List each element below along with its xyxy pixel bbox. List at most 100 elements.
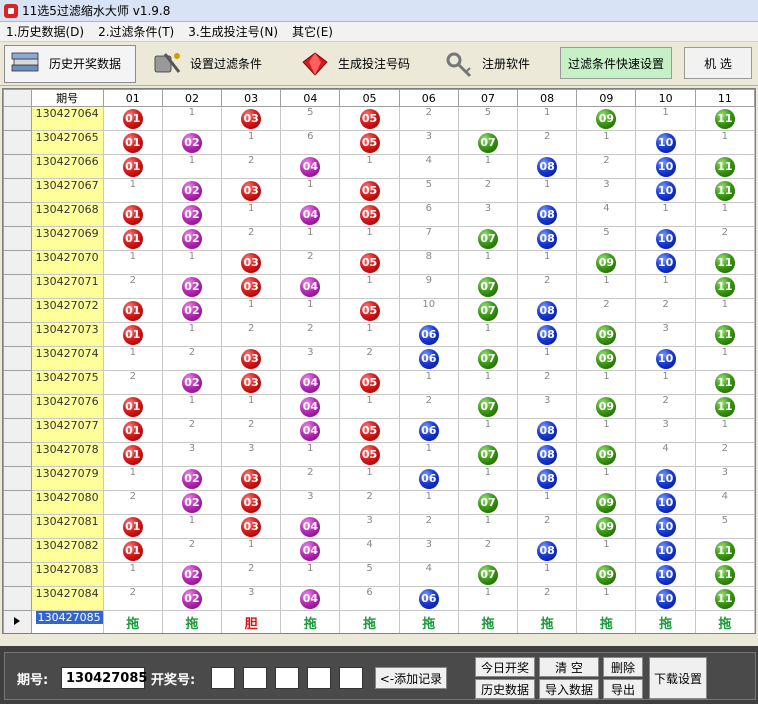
col-header-02[interactable]: 02 bbox=[161, 89, 223, 107]
add-record-button[interactable]: <-添加记录 bbox=[375, 667, 447, 689]
row-header[interactable] bbox=[3, 298, 32, 323]
row-header[interactable] bbox=[3, 202, 32, 227]
tag-cell[interactable]: 拖 bbox=[635, 610, 696, 633]
table-row[interactable]: 130427072 01 02 1 1 05 10 07 08 2 2 1 bbox=[3, 298, 755, 323]
draw-number-input-4[interactable] bbox=[307, 667, 331, 689]
table-row[interactable]: 130427076 01 1 1 04 1 2 07 3 09 2 11 bbox=[3, 394, 755, 419]
ball-cell: 05 bbox=[339, 298, 400, 323]
miss-count-cell: 3 bbox=[398, 538, 459, 563]
row-header[interactable] bbox=[3, 490, 32, 515]
col-header-01[interactable]: 01 bbox=[102, 89, 163, 107]
number-ball: 04 bbox=[300, 373, 321, 393]
menu-filter[interactable]: 2.过滤条件(T) bbox=[92, 23, 182, 40]
menu-history[interactable]: 1.历史数据(D) bbox=[0, 23, 92, 40]
menu-generate[interactable]: 3.生成投注号(N) bbox=[182, 23, 286, 40]
col-header-11[interactable]: 11 bbox=[694, 89, 755, 107]
tag-cell[interactable]: 拖 bbox=[457, 610, 519, 633]
row-header[interactable] bbox=[3, 106, 32, 131]
table-row[interactable]: 130427071 2 02 03 04 1 9 07 2 1 1 11 bbox=[3, 274, 755, 299]
miss-count-cell: 2 bbox=[221, 226, 282, 251]
tag-cell[interactable]: 胆 bbox=[221, 610, 282, 633]
table-row[interactable]: 130427080 2 02 03 3 2 1 07 1 09 10 4 bbox=[3, 490, 755, 515]
row-header[interactable] bbox=[3, 586, 32, 611]
register-button[interactable]: 注册软件 bbox=[438, 45, 550, 83]
download-settings-button[interactable]: 下载设置 bbox=[649, 657, 707, 699]
col-header-03[interactable]: 03 bbox=[221, 89, 282, 107]
tag-cell[interactable]: 拖 bbox=[398, 610, 459, 633]
table-row[interactable]: 130427083 1 02 2 1 5 4 07 1 09 10 11 bbox=[3, 562, 755, 587]
row-header[interactable] bbox=[3, 466, 32, 491]
table-row[interactable]: 130427067 1 02 03 1 05 5 2 1 3 10 11 bbox=[3, 178, 755, 203]
random-pick-button[interactable]: 机 选 bbox=[684, 47, 752, 79]
tag-cell[interactable]: 拖 bbox=[161, 610, 223, 633]
clear-button[interactable]: 清 空 bbox=[539, 657, 599, 677]
menu-other[interactable]: 其它(E) bbox=[286, 23, 341, 40]
table-row[interactable]: 130427078 01 3 3 1 05 1 07 08 09 4 2 bbox=[3, 442, 755, 467]
set-filter-button[interactable]: 设置过滤条件 bbox=[146, 45, 286, 83]
table-row[interactable]: 130427066 01 1 2 04 1 4 1 08 2 10 11 bbox=[3, 154, 755, 179]
miss-count-cell: 1 bbox=[457, 418, 519, 443]
col-header-04[interactable]: 04 bbox=[280, 89, 341, 107]
history-draw-button[interactable]: 历史开奖数据 bbox=[4, 44, 136, 83]
row-header[interactable] bbox=[3, 514, 32, 539]
row-header[interactable] bbox=[3, 394, 32, 419]
current-row-indicator[interactable] bbox=[3, 610, 32, 633]
col-header-09[interactable]: 09 bbox=[576, 89, 637, 107]
ball-cell: 11 bbox=[694, 250, 755, 275]
table-row[interactable]: 130427075 2 02 03 04 05 1 1 2 1 1 11 bbox=[3, 370, 755, 395]
draw-number-input-3[interactable] bbox=[275, 667, 299, 689]
row-header[interactable] bbox=[3, 370, 32, 395]
row-header[interactable] bbox=[3, 178, 32, 203]
col-header-06[interactable]: 06 bbox=[398, 89, 459, 107]
table-row[interactable]: 130427074 1 2 03 3 2 06 07 1 09 10 1 bbox=[3, 346, 755, 371]
row-header[interactable] bbox=[3, 154, 32, 179]
row-header[interactable] bbox=[3, 250, 32, 275]
row-header[interactable] bbox=[3, 346, 32, 371]
current-period-cell[interactable]: 130427085 bbox=[30, 610, 104, 633]
miss-count-cell: 1 bbox=[694, 130, 755, 155]
period-input[interactable]: 130427085 bbox=[61, 667, 147, 689]
row-header[interactable] bbox=[3, 538, 32, 563]
row-header[interactable] bbox=[3, 130, 32, 155]
miss-count-cell: 1 bbox=[517, 106, 578, 131]
current-row[interactable]: 130427085 拖拖胆拖拖拖拖拖拖拖拖 bbox=[3, 610, 755, 633]
tag-cell[interactable]: 拖 bbox=[576, 610, 637, 633]
table-row[interactable]: 130427073 01 1 2 2 1 06 1 08 09 3 11 bbox=[3, 322, 755, 347]
table-row[interactable]: 130427069 01 02 2 1 1 7 07 08 5 10 2 bbox=[3, 226, 755, 251]
col-header-10[interactable]: 10 bbox=[635, 89, 696, 107]
table-row[interactable]: 130427081 01 1 03 04 3 2 1 2 09 10 5 bbox=[3, 514, 755, 539]
row-header[interactable] bbox=[3, 226, 32, 251]
tag-cell[interactable]: 拖 bbox=[517, 610, 578, 633]
row-header[interactable] bbox=[3, 418, 32, 443]
row-header[interactable] bbox=[3, 562, 32, 587]
table-row[interactable]: 130427065 01 02 1 6 05 3 07 2 1 10 1 bbox=[3, 130, 755, 155]
row-header[interactable] bbox=[3, 274, 32, 299]
col-header-08[interactable]: 08 bbox=[517, 89, 578, 107]
col-header-period[interactable]: 期号 bbox=[30, 89, 104, 107]
table-row[interactable]: 130427082 01 2 1 04 4 3 2 08 1 10 11 bbox=[3, 538, 755, 563]
row-header[interactable] bbox=[3, 442, 32, 467]
tag-cell[interactable]: 拖 bbox=[102, 610, 163, 633]
import-data-button[interactable]: 导入数据 bbox=[539, 679, 599, 699]
col-header-05[interactable]: 05 bbox=[339, 89, 400, 107]
tag-cell[interactable]: 拖 bbox=[280, 610, 341, 633]
quick-filter-button[interactable]: 过滤条件快速设置 bbox=[560, 47, 672, 79]
today-draw-button[interactable]: 今日开奖 bbox=[475, 657, 535, 677]
draw-number-input-5[interactable] bbox=[339, 667, 363, 689]
table-row[interactable]: 130427084 2 02 3 04 6 06 1 2 1 10 11 bbox=[3, 586, 755, 611]
table-row[interactable]: 130427068 01 02 1 04 05 6 3 08 4 1 1 bbox=[3, 202, 755, 227]
table-row[interactable]: 130427064 01 1 03 5 05 2 5 1 09 1 11 bbox=[3, 106, 755, 131]
table-row[interactable]: 130427077 01 2 2 04 05 06 1 08 1 3 1 bbox=[3, 418, 755, 443]
table-row[interactable]: 130427079 1 02 03 2 1 06 1 08 1 10 3 bbox=[3, 466, 755, 491]
row-header[interactable] bbox=[3, 322, 32, 347]
delete-button[interactable]: 删除 bbox=[603, 657, 643, 677]
export-button[interactable]: 导出 bbox=[603, 679, 643, 699]
table-row[interactable]: 130427070 1 1 03 2 05 8 1 1 09 10 11 bbox=[3, 250, 755, 275]
col-header-07[interactable]: 07 bbox=[457, 89, 519, 107]
tag-cell[interactable]: 拖 bbox=[339, 610, 400, 633]
history-data-button[interactable]: 历史数据 bbox=[475, 679, 535, 699]
generate-numbers-button[interactable]: 生成投注号码 bbox=[294, 45, 430, 83]
draw-number-input-1[interactable] bbox=[211, 667, 235, 689]
tag-cell[interactable]: 拖 bbox=[694, 610, 755, 633]
draw-number-input-2[interactable] bbox=[243, 667, 267, 689]
